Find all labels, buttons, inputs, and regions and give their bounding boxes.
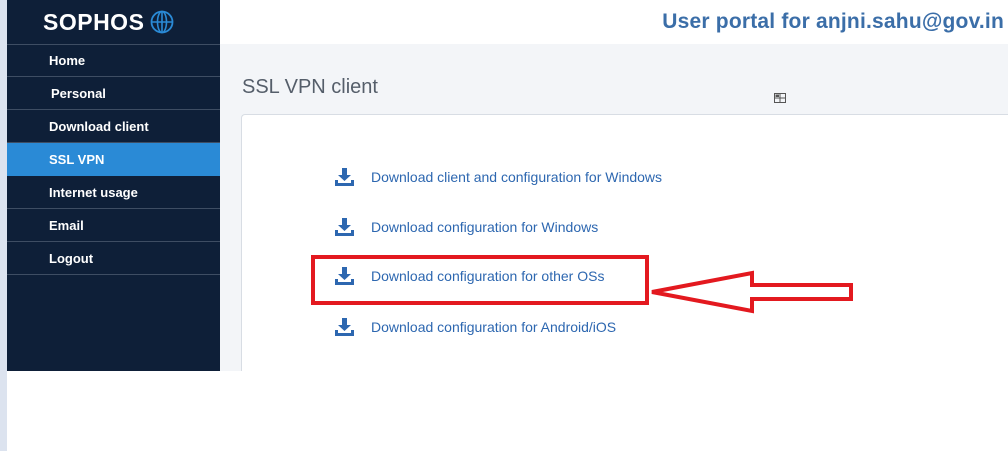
link-label: Download configuration for Windows	[371, 219, 599, 235]
sidebar-item-home[interactable]: Home	[7, 44, 220, 77]
sidebar-item-email[interactable]: Email	[7, 209, 220, 242]
layout-toggle-icon[interactable]	[774, 93, 786, 103]
download-icon	[335, 318, 354, 336]
sidebar-item-ssl-vpn[interactable]: SSL VPN	[7, 143, 220, 176]
left-edge-strip	[0, 0, 7, 451]
page-title: SSL VPN client	[242, 76, 378, 98]
download-config-windows-link[interactable]: Download configuration for Windows	[334, 216, 598, 238]
link-label: Download client and configuration for Wi…	[371, 169, 663, 185]
download-config-android-ios-link[interactable]: Download configuration for Android/iOS	[334, 316, 616, 338]
sidebar-item-internet-usage[interactable]: Internet usage	[7, 176, 220, 209]
sidebar-item-logout[interactable]: Logout	[7, 242, 220, 275]
download-icon	[335, 218, 354, 236]
left-arrow-annotation	[651, 270, 853, 314]
header-bar: User portal for anjni.sahu@gov.in	[220, 0, 1008, 44]
download-icon	[335, 168, 354, 186]
portal-title: User portal for anjni.sahu@gov.in	[662, 10, 1004, 33]
sidebar: SOPHOS Home Personal Download client SSL…	[7, 0, 220, 371]
download-client-config-windows-link[interactable]: Download client and configuration for Wi…	[334, 166, 662, 188]
sidebar-item-personal[interactable]: Personal	[7, 77, 220, 110]
sophos-logo[interactable]: SOPHOS	[43, 7, 174, 37]
globe-icon	[151, 10, 174, 34]
sidebar-item-download-client[interactable]: Download client	[7, 110, 220, 143]
highlight-box	[311, 255, 649, 305]
sidebar-nav: Home Personal Download client SSL VPN In…	[7, 44, 220, 275]
link-label: Download configuration for Android/iOS	[371, 319, 617, 335]
logo-text: SOPHOS	[43, 8, 145, 35]
